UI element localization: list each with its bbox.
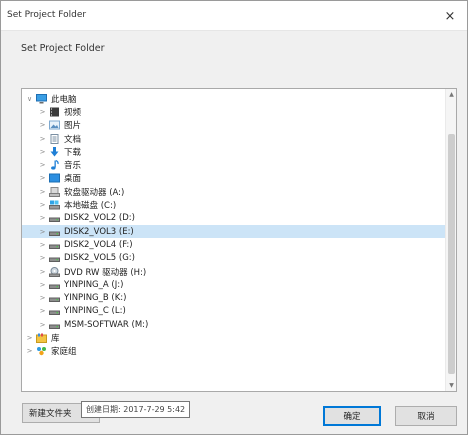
- tree-item[interactable]: > 软盘驱动器 (A:): [22, 185, 446, 198]
- tree-item-label: DISK2_VOL4 (F:): [64, 239, 133, 250]
- chevron-right-icon[interactable]: >: [38, 268, 47, 276]
- chevron-right-icon[interactable]: >: [38, 188, 47, 196]
- chevron-right-icon[interactable]: >: [38, 228, 47, 236]
- folder-tree-list: ∨ 此电脑 > 视频 > 图片 > 文档 > 下载 > 音乐 > 桌面 > 软盘驱动器 (A:) > 本地磁盘 (…: [22, 92, 446, 358]
- chevron-right-icon[interactable]: >: [38, 108, 47, 116]
- tree-item-label: 图片: [64, 121, 82, 132]
- instruction-text: Set Project Folder: [21, 43, 105, 54]
- tree-item-label: DISK2_VOL3 (E:): [64, 226, 134, 237]
- computer-icon: [36, 93, 47, 104]
- chevron-right-icon[interactable]: >: [38, 321, 47, 329]
- chevron-right-icon[interactable]: >: [25, 347, 34, 355]
- folder-tree[interactable]: ∨ 此电脑 > 视频 > 图片 > 文档 > 下载 > 音乐 > 桌面 > 软盘驱动器 (A:) > 本地磁盘 (…: [21, 88, 457, 392]
- chevron-right-icon[interactable]: >: [38, 254, 47, 262]
- dialog-title: Set Project Folder: [7, 10, 87, 20]
- drive-icon: [49, 227, 60, 237]
- tree-item-label: 软盘驱动器 (A:): [64, 187, 125, 198]
- tree-item-label: 桌面: [64, 174, 82, 185]
- tree-item[interactable]: > 图片: [22, 119, 446, 132]
- tree-item[interactable]: > DISK2_VOL5 (G:): [22, 252, 446, 265]
- tree-item[interactable]: > 视频: [22, 105, 446, 118]
- tree-item[interactable]: > 桌面: [22, 172, 446, 185]
- scroll-up-arrow-icon[interactable]: ▲: [446, 89, 456, 100]
- tree-item-label: 本地磁盘 (C:): [64, 201, 117, 212]
- chevron-right-icon[interactable]: >: [38, 174, 47, 182]
- dvd-drive-icon: [49, 266, 60, 277]
- scrollbar-thumb[interactable]: [448, 134, 455, 374]
- drive-icon: [49, 240, 60, 250]
- scroll-down-arrow-icon[interactable]: ▼: [446, 380, 456, 391]
- tree-item-label: YINPING_A (J:): [64, 279, 124, 290]
- tree-item[interactable]: > DISK2_VOL4 (F:): [22, 238, 446, 251]
- drive-icon: [49, 306, 60, 316]
- chevron-right-icon[interactable]: >: [38, 135, 47, 143]
- drive-icon: [49, 320, 60, 330]
- tree-item[interactable]: > 家庭组: [22, 345, 446, 358]
- tree-item[interactable]: > 文档: [22, 132, 446, 145]
- chevron-right-icon[interactable]: >: [25, 334, 34, 342]
- tree-item[interactable]: > MSM-SOFTWAR (M:): [22, 318, 446, 331]
- floppy-drive-icon: [49, 186, 60, 197]
- tree-item-label: MSM-SOFTWAR (M:): [64, 319, 149, 330]
- title-bar[interactable]: Set Project Folder ×: [1, 1, 467, 31]
- library-icon: [36, 333, 47, 343]
- vertical-scrollbar[interactable]: ▲ ▼: [445, 89, 456, 391]
- drive-icon: [49, 280, 60, 290]
- chevron-right-icon[interactable]: >: [38, 148, 47, 156]
- set-project-folder-dialog: Set Project Folder × Set Project Folder …: [0, 0, 468, 435]
- tree-item-label: 库: [51, 333, 60, 344]
- tree-item-label: DISK2_VOL5 (G:): [64, 253, 135, 264]
- chevron-right-icon[interactable]: >: [38, 201, 47, 209]
- tree-item[interactable]: > DISK2_VOL3 (E:): [22, 224, 446, 239]
- documents-folder-icon: [49, 133, 60, 144]
- tree-item-label: YINPING_B (K:): [64, 293, 127, 304]
- videos-folder-icon: [49, 107, 60, 117]
- drive-icon: [49, 253, 60, 263]
- drive-icon: [49, 213, 60, 223]
- tree-item[interactable]: > YINPING_C (L:): [22, 305, 446, 318]
- close-icon: ×: [444, 8, 456, 24]
- tree-item-label: 视频: [64, 107, 82, 118]
- downloads-folder-icon: [49, 146, 60, 157]
- desktop-folder-icon: [49, 173, 60, 183]
- ok-button[interactable]: 确定: [323, 406, 381, 426]
- tree-item-label: 下载: [64, 147, 82, 158]
- chevron-right-icon[interactable]: >: [38, 214, 47, 222]
- tree-item[interactable]: > 音乐: [22, 158, 446, 171]
- pictures-folder-icon: [49, 120, 60, 130]
- chevron-right-icon[interactable]: >: [38, 281, 47, 289]
- system-drive-icon: [49, 200, 60, 210]
- tree-item[interactable]: > DISK2_VOL2 (D:): [22, 212, 446, 225]
- tree-item[interactable]: > DVD RW 驱动器 (H:): [22, 265, 446, 278]
- ok-label: 确定: [343, 412, 361, 422]
- tree-item-label: 文档: [64, 134, 82, 145]
- tree-item-label: 此电脑: [51, 94, 77, 105]
- tree-item-label: DISK2_VOL2 (D:): [64, 213, 135, 224]
- chevron-down-icon[interactable]: ∨: [25, 95, 34, 103]
- chevron-right-icon[interactable]: >: [38, 241, 47, 249]
- tree-item-label: 音乐: [64, 161, 82, 172]
- tree-item-label: 家庭组: [51, 347, 77, 358]
- tree-item[interactable]: > 本地磁盘 (C:): [22, 198, 446, 211]
- tree-item-label: YINPING_C (L:): [64, 306, 126, 317]
- tree-item[interactable]: > YINPING_A (J:): [22, 278, 446, 291]
- chevron-right-icon[interactable]: >: [38, 121, 47, 129]
- homegroup-icon: [36, 346, 47, 356]
- music-folder-icon: [49, 160, 60, 170]
- chevron-right-icon[interactable]: >: [38, 161, 47, 169]
- tree-item[interactable]: > YINPING_B (K:): [22, 291, 446, 304]
- tree-item[interactable]: > 库: [22, 331, 446, 344]
- close-button[interactable]: ×: [433, 1, 467, 31]
- cancel-label: 取消: [417, 412, 435, 422]
- chevron-right-icon[interactable]: >: [38, 307, 47, 315]
- new-folder-label: 新建文件夹: [29, 409, 72, 419]
- drive-icon: [49, 293, 60, 303]
- chevron-right-icon[interactable]: >: [38, 294, 47, 302]
- tree-item-label: DVD RW 驱动器 (H:): [64, 267, 147, 278]
- tooltip: 创建日期: 2017-7-29 5:42: [81, 401, 191, 418]
- cancel-button[interactable]: 取消: [395, 406, 457, 426]
- tree-item[interactable]: ∨ 此电脑: [22, 92, 446, 105]
- tree-item[interactable]: > 下载: [22, 145, 446, 158]
